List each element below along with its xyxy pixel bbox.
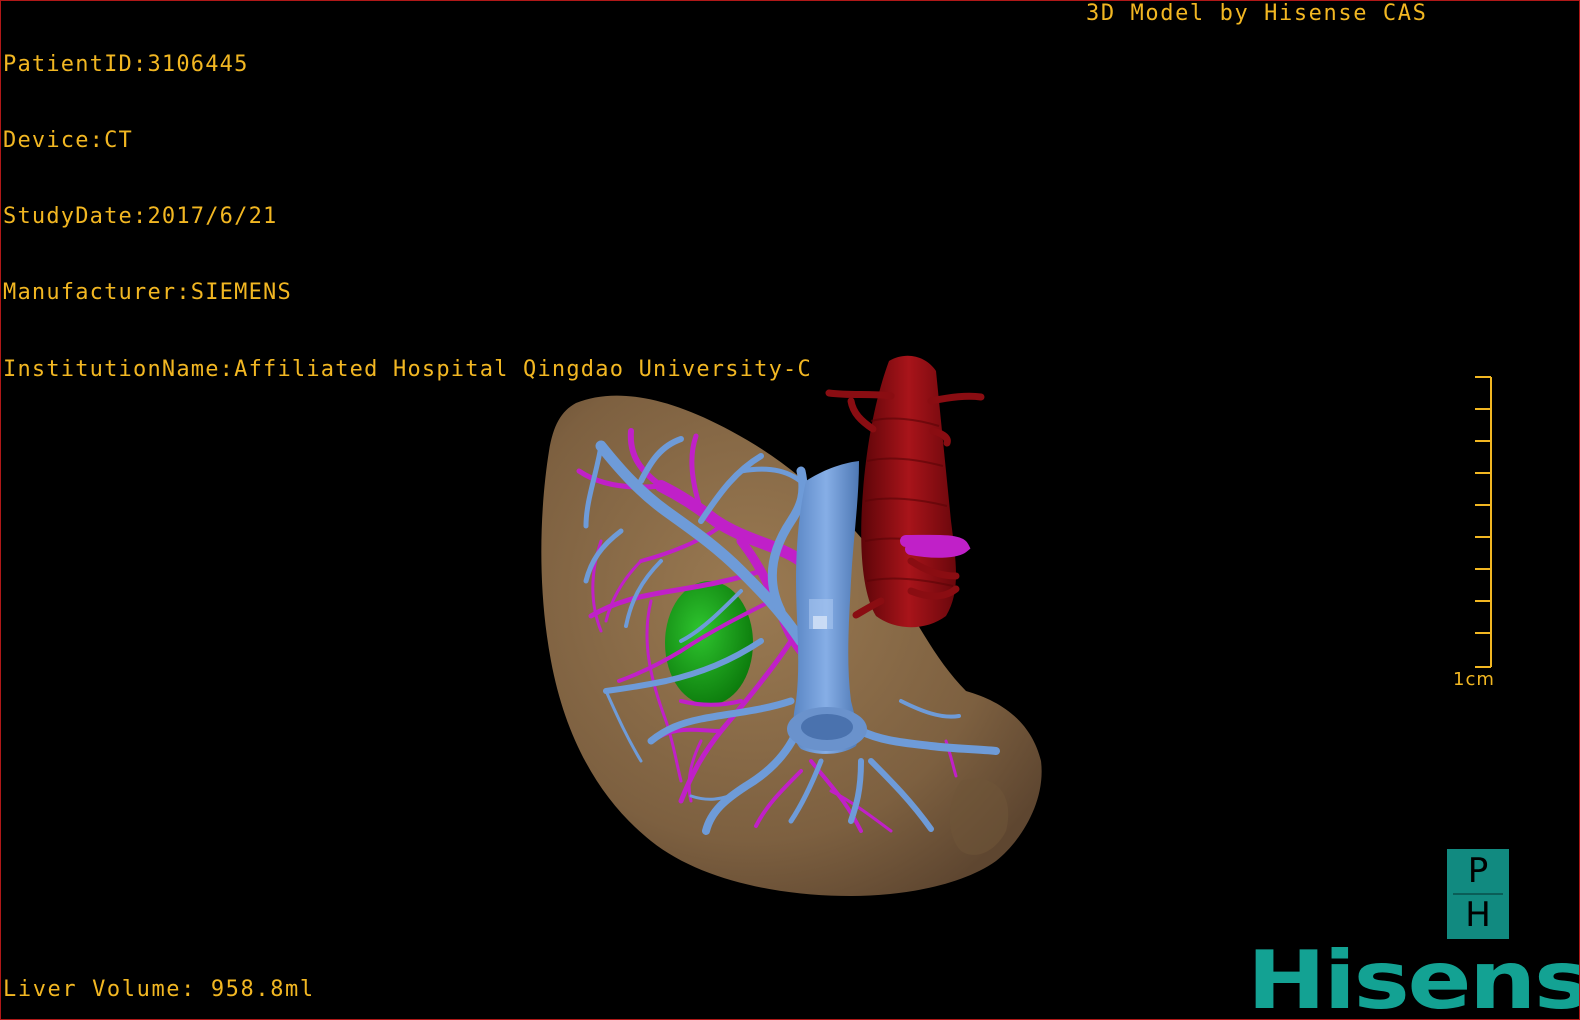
- liver-3d-model[interactable]: [1, 1, 1579, 1019]
- liver-volume-text: Liver Volume: 958.8ml: [3, 977, 315, 1002]
- 3d-viewport[interactable]: PatientID:3106445 Device:CT StudyDate:20…: [0, 0, 1580, 1020]
- hisense-wordmark: Hisense: [1247, 934, 1579, 1020]
- ph-logo-letter-p: P: [1467, 851, 1489, 891]
- artery-loop: [900, 534, 971, 558]
- scale-bar: [1475, 376, 1492, 668]
- lesion-tumor: [665, 581, 753, 705]
- ph-logo-letter-h: H: [1465, 895, 1491, 935]
- scale-label: 1cm: [1453, 669, 1495, 690]
- ph-logo-icon: P H: [1447, 849, 1509, 939]
